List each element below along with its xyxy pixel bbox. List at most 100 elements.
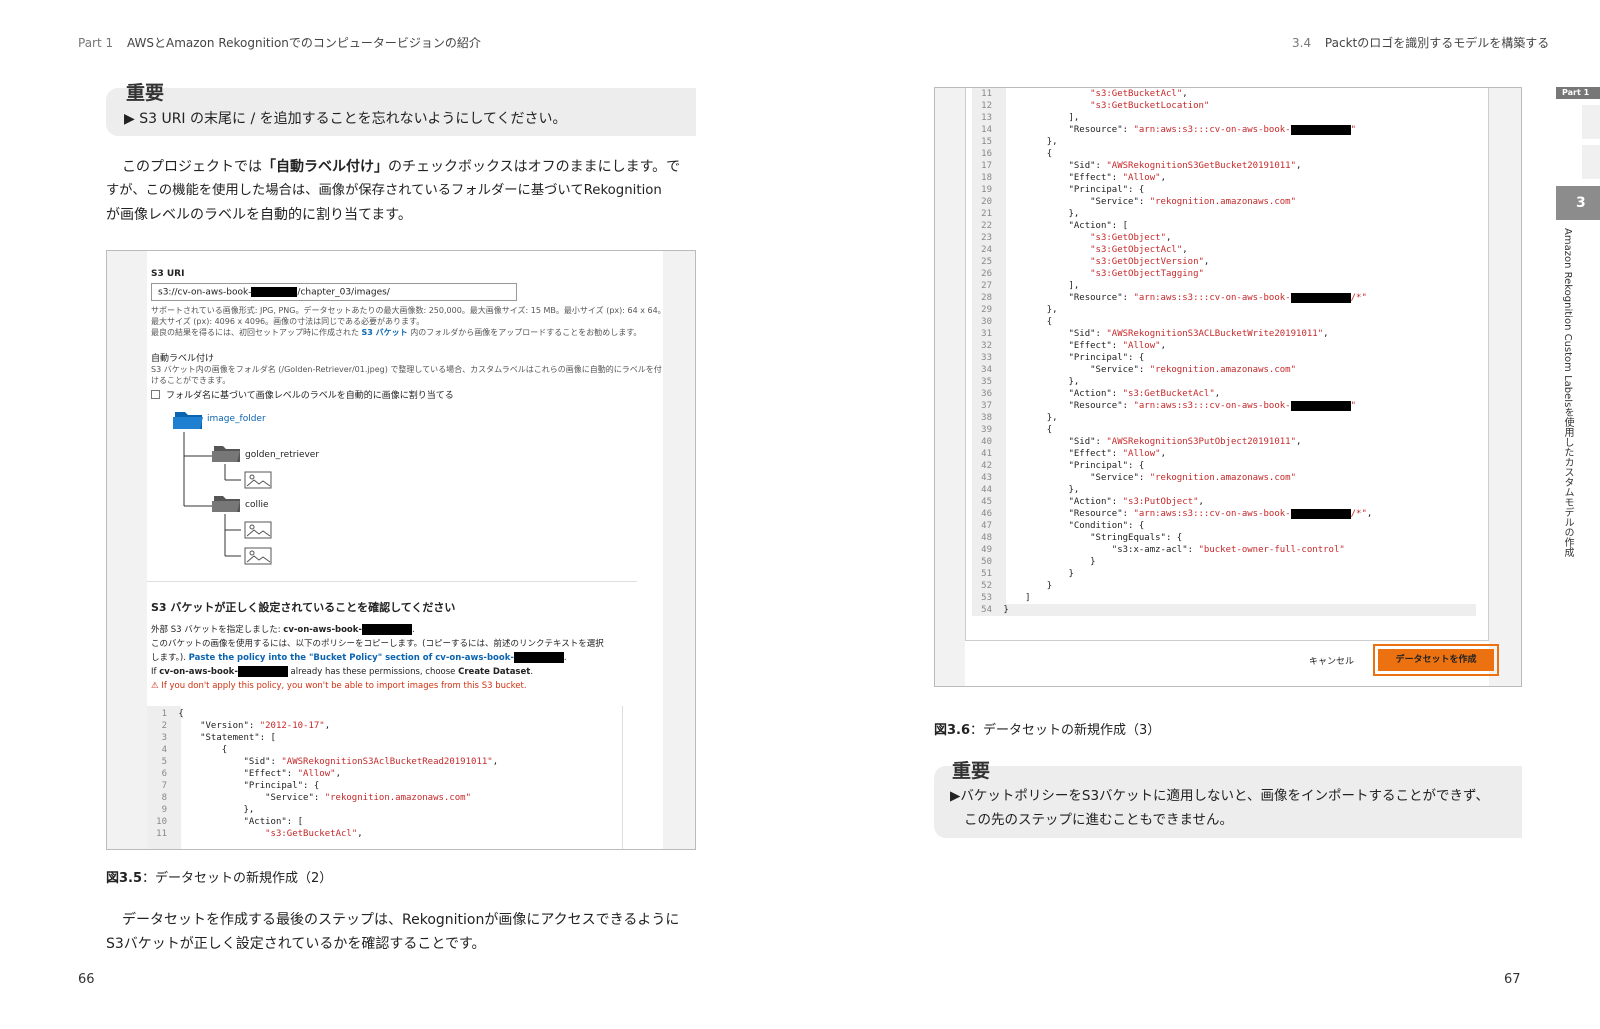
code-line: 28 "Resource": "arn:aws:s3:::cv-on-aws-b… [972,292,1372,304]
line-number: 10 [156,817,167,827]
help-line-3-pre: 最良の結果を得るには、初回セットアップ時に作成された [151,328,362,337]
code-line: 27 ], [972,280,1372,292]
code-line: 30 { [972,316,1372,328]
code-string: "s3:GetObject" [1090,233,1166,243]
code-text: { [998,149,1053,159]
code-string: "Allow" [1122,173,1161,183]
line-number: 37 [981,401,992,411]
code-line: 36 "Action": "s3:GetBucketAcl", [972,388,1372,400]
left-paragraph-1: このプロジェクトでは「自動ラベル付け」のチェックボックスはオフのままにします。で… [106,155,696,227]
policy-warning: If you don't apply this policy, you won'… [161,681,527,691]
bucket-check-title: S3 バケットが正しく設定されていることを確認してください [151,601,456,614]
code-text: }, [998,485,1080,495]
code-line: 39 { [972,424,1372,436]
s3-uri-input[interactable]: s3://cv-on-aws-book- /chapter_03/images/ [151,283,517,301]
code-line: 7 "Principal": { [147,780,498,792]
create-dataset-button[interactable]: データセットを作成 [1378,649,1494,671]
code-line: 23 "s3:GetObject", [972,232,1372,244]
code-string: /*" [1350,509,1367,519]
line-number: 49 [981,545,992,555]
right-note-line2: この先のステップに進むこともできません。 [964,812,1234,828]
code-text: "Resource": [998,125,1134,135]
code-line: 2 "Version": "2012-10-17", [147,720,498,732]
line-number: 50 [981,557,992,567]
right-section-number: 3.4 [1292,36,1312,50]
screenshot-right-margin [1489,88,1521,686]
auto-label-checkbox[interactable] [151,390,160,399]
left-note-text: ▶ S3 URI の末尾に / を追加することを忘れないようにしてください。 [124,111,567,127]
caption-label: 図3.5 [106,871,143,886]
code-text: "Resource": [998,509,1134,519]
line-number: 32 [981,341,992,351]
line-number: 2 [161,721,167,731]
code-text: "Service": [173,793,325,803]
para1-line1-post: のチェックボックスはオフのままにします。で [388,159,681,175]
code-string: "arn:aws:s3:::cv-on-aws-book- [1133,293,1291,303]
code-line: 5 "Sid": "AWSRekognitionS3AclBucketRead2… [147,756,499,768]
left-paragraph-2: データセットを作成する最後のステップは、Rekognitionが画像にアクセスで… [106,908,696,956]
code-line: 17 "Sid": "AWSRekognitionS3GetBucket2019… [972,160,1372,172]
code-text: "s3:x-amz-acl": [998,545,1199,555]
code-text: }, [998,209,1080,219]
code-text: "Service": [998,473,1150,483]
left-running-header: Part 1 AWSとAmazon Rekognitionでのコンピュータービジ… [78,34,481,51]
redaction-box [1290,508,1351,519]
line-number: 24 [981,245,992,255]
code-line: 20 "Service": "rekognition.amazonaws.com… [972,196,1372,208]
right-header-title: Packtのロゴを識別するモデルを構築する [1324,36,1550,50]
line-number: 7 [161,781,167,791]
line-number: 34 [981,365,992,375]
policy-code-editor-right[interactable]: 11 "s3:GetBucketAcl", 12 "s3:GetBucketLoc… [965,88,1489,641]
create-dataset-highlight: データセットを作成 [1373,644,1499,676]
code-text: }, [173,805,255,815]
help-line-1: サポートされている画像形式: JPG, PNG。データセットあたりの最大画像数:… [151,306,666,315]
redaction-box [361,624,412,635]
code-line: 52 } [972,580,1372,592]
bucket-check-body: 外部 S3 バケットを指定しました: cv-on-aws-book-. このバケ… [151,624,604,691]
code-string: "2012-10-17" [259,721,325,731]
s3-bucket-link[interactable]: S3 バケット [362,328,408,337]
s3-uri-help: サポートされている画像形式: JPG, PNG。データセットあたりの最大画像数:… [151,305,666,338]
code-string: "rekognition.amazonaws.com" [1149,365,1297,375]
line-number: 43 [981,473,992,483]
code-text: "Principal": { [173,781,320,791]
code-text: "Service": [998,197,1150,207]
code-line: 19 "Principal": { [972,184,1372,196]
code-text: ], [998,281,1080,291]
code-punct: , [1203,257,1210,267]
code-string: "s3:GetObjectAcl" [1090,245,1183,255]
right-note-line1: ▶バケットポリシーをS3バケットに適用しないと、画像をインポートすることができず… [950,788,1490,804]
bucket-line1-bold: cv-on-aws-book- [283,625,362,635]
side-part-tab: Part 1 [1556,87,1600,99]
line-number: 27 [981,281,992,291]
auto-label-checkbox-row[interactable]: フォルダ名に基づいて画像レベルのラベルを自動的に画像に割り当てる [151,388,454,401]
code-string: "rekognition.amazonaws.com" [324,793,472,803]
code-line: 24 "s3:GetObjectAcl", [972,244,1372,256]
code-text: "Sid": [998,437,1107,447]
code-text: { [998,317,1053,327]
auto-label-desc-1: S3 バケット内の画像をフォルダ名 (/Golden-Retriever/01.… [151,365,662,374]
code-line: 14 "Resource": "arn:aws:s3:::cv-on-aws-b… [972,124,1372,136]
paste-policy-link[interactable]: Paste the policy into the "Bucket Policy… [189,653,514,663]
line-number: 45 [981,497,992,507]
policy-code-editor-left[interactable]: 1 {2 "Version": "2012-10-17", 3 "Statemen… [147,706,623,849]
line-number: 16 [981,149,992,159]
bucket-line4-bold2: Create Dataset [458,667,531,677]
auto-label-title: 自動ラベル付け [151,354,215,364]
code-line: 42 "Principal": { [972,460,1372,472]
line-number: 28 [981,293,992,303]
cancel-button[interactable]: キャンセル [1309,654,1354,667]
code-line: 46 "Resource": "arn:aws:s3:::cv-on-aws-b… [972,508,1372,520]
code-line: 9 }, [147,804,498,816]
left-part-label: Part 1 [78,36,114,50]
line-number: 31 [981,329,992,339]
folder-tree-diagram [173,412,272,565]
bucket-line4-bold: cv-on-aws-book- [159,667,238,677]
image-icon [244,521,272,565]
code-string: "AWSRekognitionS3GetBucket20191011" [1106,161,1297,171]
code-string: "s3:GetObjectTagging" [1090,269,1204,279]
code-text: "Action": [998,497,1123,507]
